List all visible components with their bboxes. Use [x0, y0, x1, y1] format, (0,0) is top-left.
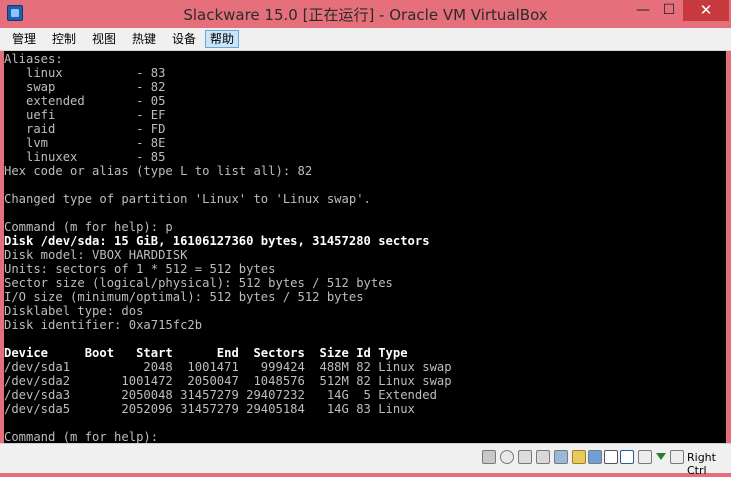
- audio-icon[interactable]: [518, 450, 532, 464]
- virtualbox-window: Slackware 15.0 [正在运行] - Oracle VM Virtua…: [0, 0, 731, 477]
- terminal-line: Changed type of partition 'Linux' to 'Li…: [4, 192, 371, 206]
- menu-view[interactable]: 视图: [88, 30, 120, 48]
- vm-screen[interactable]: Aliases: linux - 83 swap - 82 extended -…: [4, 51, 726, 443]
- menu-input[interactable]: 热键: [128, 30, 160, 48]
- menu-help[interactable]: 帮助: [205, 30, 240, 48]
- terminal-line: linux - 83: [4, 66, 166, 80]
- terminal-output: Aliases: linux - 83 swap - 82 extended -…: [4, 52, 452, 443]
- terminal-line: lvm - 8E: [4, 136, 166, 150]
- close-button[interactable]: ✕: [683, 0, 729, 21]
- arrow-down-icon: [654, 450, 668, 464]
- mouse-integration-icon[interactable]: [638, 450, 652, 464]
- terminal-line: /dev/sda1 2048 1001471 999424 488M 82 Li…: [4, 360, 452, 374]
- shared-folder-icon[interactable]: [572, 450, 586, 464]
- terminal-line: Disklabel type: dos: [4, 304, 144, 318]
- menu-devices[interactable]: 设备: [168, 30, 200, 48]
- maximize-button[interactable]: ☐: [656, 0, 682, 21]
- terminal-line: Disk identifier: 0xa715fc2b: [4, 318, 203, 332]
- terminal-line: Device Boot Start End Sectors Size Id Ty…: [4, 346, 408, 360]
- terminal-line: raid - FD: [4, 122, 166, 136]
- terminal-line: /dev/sda2 1001472 2050047 1048576 512M 8…: [4, 374, 452, 388]
- network-icon[interactable]: [536, 450, 550, 464]
- terminal-line: Sector size (logical/physical): 512 byte…: [4, 276, 393, 290]
- terminal-line: Command (m for help): p: [4, 220, 173, 234]
- terminal-line: Aliases:: [4, 52, 63, 66]
- terminal-line: /dev/sda5 2052096 31457279 29405184 14G …: [4, 402, 415, 416]
- recording-icon[interactable]: [604, 450, 618, 464]
- vt-x-icon: [620, 450, 634, 464]
- terminal-line: Disk model: VBOX HARDDISK: [4, 248, 188, 262]
- terminal-line: swap - 82: [4, 80, 166, 94]
- keyboard-capture-icon[interactable]: [670, 450, 684, 464]
- menu-bar: 管理 控制 视图 热键 设备 帮助: [0, 28, 731, 51]
- host-key-label: Right Ctrl: [687, 451, 716, 477]
- title-bar[interactable]: Slackware 15.0 [正在运行] - Oracle VM Virtua…: [0, 0, 731, 28]
- cd-icon[interactable]: [500, 450, 514, 464]
- terminal-line: Hex code or alias (type L to list all): …: [4, 164, 313, 178]
- display-icon[interactable]: [588, 450, 602, 464]
- terminal-line: I/O size (minimum/optimal): 512 bytes / …: [4, 290, 364, 304]
- terminal-line: extended - 05: [4, 94, 166, 108]
- usb-icon[interactable]: [554, 450, 568, 464]
- window-title: Slackware 15.0 [正在运行] - Oracle VM Virtua…: [183, 6, 548, 24]
- minimize-button[interactable]: —: [630, 0, 656, 21]
- terminal-line: linuxex - 85: [4, 150, 166, 164]
- terminal-line: Disk /dev/sda: 15 GiB, 16106127360 bytes…: [4, 234, 430, 248]
- terminal-line: uefi - EF: [4, 108, 166, 122]
- hdd-icon[interactable]: [482, 450, 496, 464]
- terminal-line: Command (m for help):: [4, 430, 166, 443]
- menu-control[interactable]: 控制: [48, 30, 80, 48]
- terminal-line: Units: sectors of 1 * 512 = 512 bytes: [4, 262, 276, 276]
- terminal-line: /dev/sda3 2050048 31457279 29407232 14G …: [4, 388, 437, 402]
- status-bar: Right Ctrl: [0, 443, 731, 477]
- menu-machine[interactable]: 管理: [8, 30, 40, 48]
